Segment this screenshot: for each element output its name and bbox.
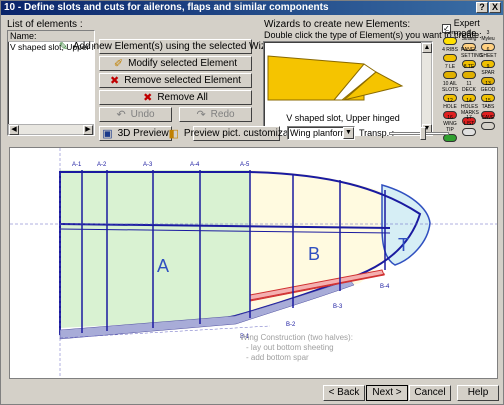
note-title: Wing Construction (two halves): <box>240 333 353 342</box>
wizard-preview[interactable]: V shaped slot, Upper hinged ▲ ▼ <box>263 41 433 136</box>
station-label: B-3 <box>333 304 343 310</box>
station-label: B-2 <box>286 322 296 328</box>
palette-label: 2 Strang <box>461 30 477 42</box>
palette-swatch-icon <box>443 134 457 142</box>
note-line-1: - lay out bottom sheeting <box>246 343 334 352</box>
scroll-left-icon[interactable]: ◀ <box>9 125 19 135</box>
palette-label: 16 WING TIP <box>443 115 457 133</box>
transparency-slider[interactable] <box>389 127 449 140</box>
remove-all-button[interactable]: ✖ Remove All <box>99 90 252 105</box>
station-label: A-3 <box>143 162 153 168</box>
list-hscrollbar[interactable]: ◀ ▶ <box>8 124 94 135</box>
back-button[interactable]: < Back <box>323 385 365 401</box>
delete-icon: ✖ <box>110 75 120 87</box>
scroll-up-icon[interactable]: ▲ <box>422 43 432 53</box>
next-button[interactable]: Next > <box>366 385 408 401</box>
palette-label: 8 TE <box>463 64 475 70</box>
close-title-button[interactable]: X <box>489 2 501 13</box>
palette-label: 11 DECK <box>462 81 476 93</box>
palette-swatch-icon <box>481 122 495 130</box>
palette-label: Gen <box>445 30 455 36</box>
add-element-button[interactable]: ✎ Add new Element(s) using the selected W… <box>59 39 292 54</box>
pencil-icon: ✐ <box>113 58 124 70</box>
palette-label: 9 SPAR <box>481 64 495 76</box>
title-bar: 10 - Define slots and cuts for ailerons,… <box>1 1 503 15</box>
redo-icon: ↷ <box>196 109 206 121</box>
wing-planform-canvas[interactable]: A-1 A-2 A-3 A-4 A-5 B-1 B-2 B-3 B-4 A B … <box>9 147 498 379</box>
modify-element-button[interactable]: ✐ Modify selected Element <box>99 56 252 71</box>
wizard-vscrollbar[interactable]: ▲ ▼ <box>421 42 432 135</box>
palette-label: 7 LE <box>444 64 456 70</box>
view-select[interactable]: Wing planform ▼ <box>287 126 355 140</box>
section-label-t: T <box>398 235 409 255</box>
station-label: A-1 <box>72 162 82 168</box>
palette-label: 17 LIST <box>463 115 475 127</box>
cancel-button[interactable]: Cancel <box>409 385 451 401</box>
palette-swatch-icon <box>443 71 457 79</box>
redo-button[interactable]: ↷ Redo <box>179 107 252 122</box>
palette-swatch-icon <box>462 71 476 79</box>
palette-label: PANEL SETTING <box>461 47 483 59</box>
station-label: A-5 <box>240 162 250 168</box>
wizard-selected-name: V shaped slot, Upper hinged <box>286 113 400 123</box>
palette-button[interactable]: SAVE <box>480 115 496 137</box>
wizards-label: Wizards to create new Elements: <box>264 19 411 30</box>
note-line-2: - add bottom spar <box>246 353 309 362</box>
palette-label: 4 RIBS <box>442 47 458 53</box>
cube-icon: ▣ <box>102 128 113 140</box>
slider-thumb[interactable] <box>419 127 426 140</box>
palette-label: 6 SHEET <box>480 47 497 59</box>
scroll-right-icon[interactable]: ▶ <box>83 125 93 135</box>
palette-button[interactable]: 17 LIST <box>461 115 477 137</box>
palette-label: 12 HOLE <box>443 98 457 110</box>
palette-swatch-icon <box>443 37 457 45</box>
wizard-palette: Gen 2 Strang 3 Myleu 4 RIBS PANEL SETTING 6 S… <box>442 30 498 142</box>
window-title: 10 - Define slots and cuts for ailerons,… <box>4 2 329 13</box>
palette-label: 3 Myleu <box>481 30 495 42</box>
palette-icon: ◧ <box>168 128 179 140</box>
station-label: B-4 <box>380 284 390 290</box>
delete-all-icon: ✖ <box>143 92 153 104</box>
list-label: List of elements : <box>7 19 83 30</box>
palette-swatch-icon <box>462 128 476 136</box>
station-label: A-4 <box>190 162 200 168</box>
palette-label: 13 GEOD <box>480 81 496 93</box>
help-title-button[interactable]: ? <box>476 2 488 13</box>
palette-label: SAVE <box>481 115 495 121</box>
help-button[interactable]: Help <box>457 385 499 401</box>
palette-label: 14 HOLES MARKS <box>461 98 479 116</box>
remove-element-button[interactable]: ✖ Remove selected Element <box>99 73 252 88</box>
3d-preview-button[interactable]: ▣ 3D Preview <box>99 126 172 141</box>
preview-customization-button[interactable]: ◧ Preview pict. customization <box>169 126 305 141</box>
wand-icon: ✎ <box>58 41 68 53</box>
undo-icon: ↶ <box>116 109 126 121</box>
section-label-a: A <box>157 256 169 276</box>
station-label: A-2 <box>97 162 107 168</box>
chevron-down-icon[interactable]: ▼ <box>343 127 354 139</box>
main-window: 10 - Define slots and cuts for ailerons,… <box>0 0 504 405</box>
palette-label: 15 TABS <box>481 98 495 110</box>
wing-planform-drawing: A-1 A-2 A-3 A-4 A-5 B-1 B-2 B-3 B-4 A B … <box>10 148 497 378</box>
palette-swatch-icon <box>443 54 457 62</box>
undo-button[interactable]: ↶ Undo <box>99 107 172 122</box>
section-label-b: B <box>308 244 320 264</box>
palette-label: 10 AIL SLOTS <box>442 81 459 93</box>
